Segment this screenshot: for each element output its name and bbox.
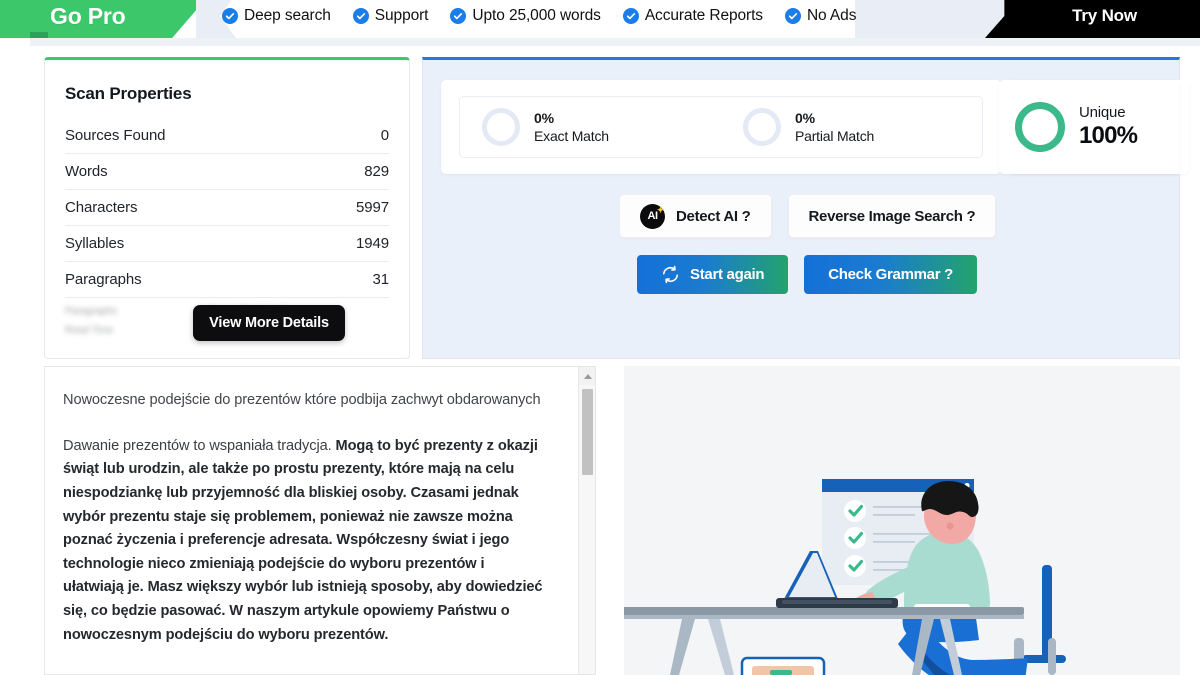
promo-feature-item: Accurate Reports [622, 7, 763, 25]
refresh-icon [661, 265, 680, 284]
table-row: Characters 5997 [65, 190, 389, 226]
check-circle-icon [450, 8, 467, 24]
partial-match-label: Partial Match [795, 128, 875, 144]
promo-feature-item: Support [352, 7, 429, 25]
promo-feature-list: Deep search Support Upto 25,000 words Ac… [222, 0, 856, 38]
property-label: Syllables [65, 235, 125, 252]
document-heading: Nowoczesne podejście do prezentów które … [63, 392, 541, 408]
match-gauges-card: 0% Exact Match 0% Partial Match [441, 80, 1001, 174]
secondary-action-row: AI ✦ Detect AI ? Reverse Image Search ? [619, 194, 997, 238]
reverse-image-search-label: Reverse Image Search ? [808, 207, 976, 225]
scroll-up-arrow-icon[interactable] [579, 367, 595, 385]
promo-feature-label: Accurate Reports [644, 7, 763, 24]
reverse-image-search-button[interactable]: Reverse Image Search ? [787, 194, 997, 238]
go-pro-label: Go Pro [50, 2, 126, 29]
detect-ai-label: Detect AI ? [676, 207, 751, 225]
exact-match-gauge: 0% Exact Match [460, 108, 721, 146]
exact-match-label: Exact Match [534, 128, 609, 144]
ai-badge-icon: AI ✦ [640, 203, 665, 229]
progress-ring-icon [743, 108, 781, 146]
table-row: Words 829 [65, 154, 389, 190]
check-circle-icon [352, 8, 369, 24]
progress-ring-icon [1015, 102, 1065, 152]
promo-feature-label: Deep search [244, 7, 331, 24]
promo-underline-bar [30, 38, 1200, 46]
check-circle-icon [622, 8, 639, 24]
plagiarism-checker-page: Go Pro Deep search Support Upto 25,000 w… [0, 0, 1200, 675]
document-text-panel[interactable]: Nowoczesne podejście do prezentów które … [44, 366, 596, 675]
person-working-illustration [624, 479, 1066, 675]
illustration-panel [624, 366, 1180, 675]
unique-label: Unique [1079, 104, 1126, 121]
property-label: Read Time [65, 325, 114, 336]
scrollbar[interactable] [578, 367, 595, 674]
partial-match-gauge: 0% Partial Match [721, 108, 982, 146]
property-value: 5997 [356, 199, 389, 216]
table-row: Paragraphs 31 [65, 262, 389, 298]
table-row: Sources Found 0 [65, 118, 389, 154]
promo-feature-label: Support [374, 7, 429, 24]
property-value: 1949 [356, 235, 389, 252]
promo-banner: Go Pro Deep search Support Upto 25,000 w… [0, 0, 1200, 46]
exact-match-percent: 0% [534, 110, 554, 126]
promo-feature-label: No Ads [806, 7, 857, 24]
promo-feature-label: Upto 25,000 words [472, 7, 601, 24]
check-grammar-label: Check Grammar ? [828, 266, 953, 283]
scan-properties-list: Sources Found 0 Words 829 Characters 599… [65, 118, 389, 298]
table-row: Syllables 1949 [65, 226, 389, 262]
paragraph-bold: Mogą to być prezenty z okazji świąt lub … [63, 437, 543, 643]
progress-ring-icon [482, 108, 520, 146]
locked-column-left: Paragraphs 1 Read Time [65, 306, 214, 336]
property-value: 31 [372, 271, 390, 288]
unique-score-card: Unique 100% [999, 80, 1179, 174]
partial-match-percent: 0% [795, 110, 815, 126]
promo-feature-item: Deep search [222, 7, 331, 25]
primary-action-row: Start again Check Grammar ? [637, 255, 977, 294]
paragraph-lead: Dawanie prezentów to wspaniała tradycja. [63, 437, 336, 454]
property-value: 829 [364, 163, 389, 180]
scrollbar-thumb[interactable] [582, 389, 593, 475]
property-label: Paragraphs [65, 271, 142, 288]
sparkle-icon: ✦ [656, 204, 665, 215]
promo-feature-item: No Ads [784, 7, 857, 25]
detect-ai-button[interactable]: AI ✦ Detect AI ? [619, 194, 772, 238]
property-label: Words [65, 163, 108, 180]
check-circle-icon [784, 8, 801, 24]
property-value: 0 [380, 127, 389, 144]
try-now-button[interactable]: Try Now [985, 0, 1200, 38]
start-again-button[interactable]: Start again [637, 255, 789, 294]
promo-feature-item: Upto 25,000 words [450, 7, 601, 25]
unique-value: 100% [1079, 122, 1138, 149]
match-gauges-inner: 0% Exact Match 0% Partial Match [459, 96, 983, 158]
scan-properties-card: Scan Properties Sources Found 0 Words 82… [44, 57, 410, 359]
document-paragraph: Dawanie prezentów to wspaniała tradycja.… [63, 435, 549, 648]
results-panel: 0% Exact Match 0% Partial Match Plagiari… [422, 57, 1189, 359]
check-circle-icon [222, 8, 238, 24]
document-content: Nowoczesne podejście do prezentów które … [45, 367, 575, 647]
view-more-details-button[interactable]: View More Details [193, 305, 345, 341]
try-now-label: Try Now [1072, 6, 1137, 25]
property-label: Characters [65, 199, 138, 216]
property-label: Paragraphs [65, 306, 117, 317]
property-label: Sources Found [65, 127, 166, 144]
check-grammar-button[interactable]: Check Grammar ? [804, 255, 977, 294]
page-title: Scan Properties [65, 84, 192, 103]
start-again-label: Start again [690, 266, 765, 283]
